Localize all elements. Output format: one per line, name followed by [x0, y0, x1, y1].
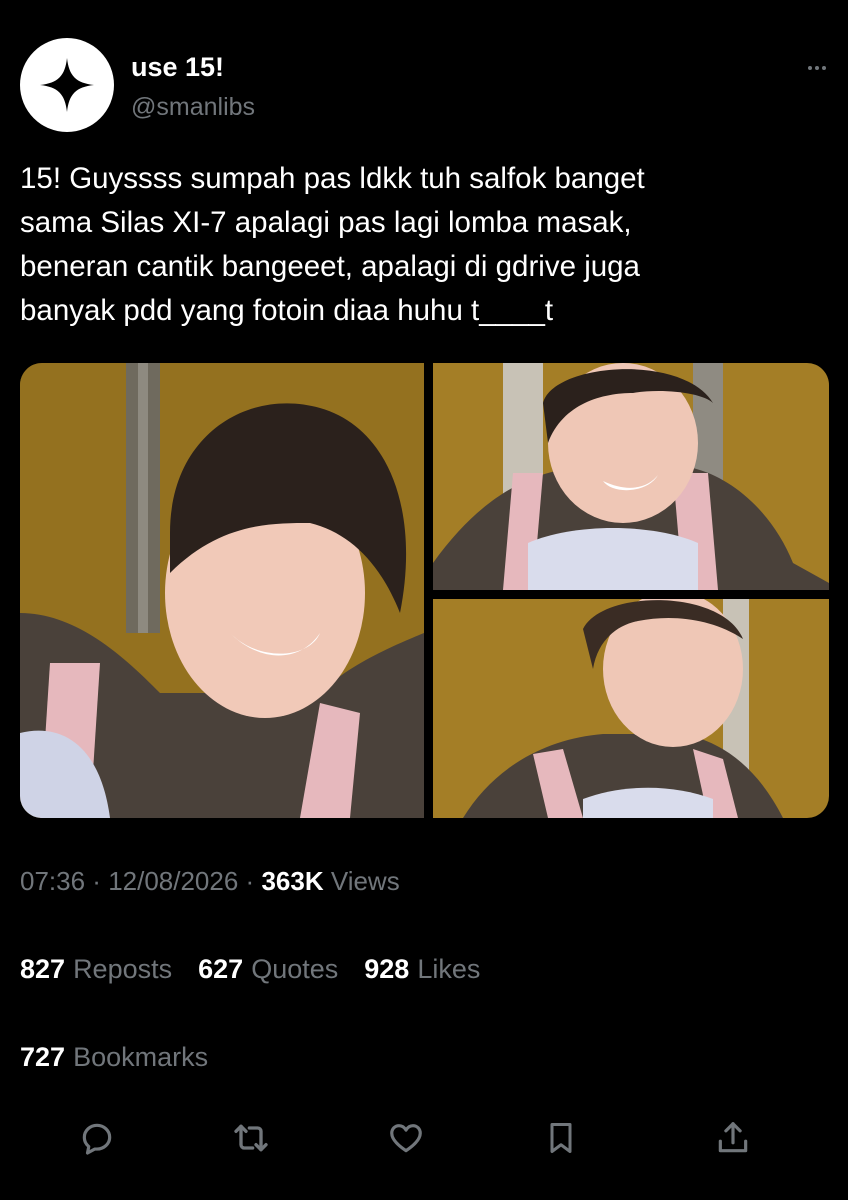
- user-handle[interactable]: @smanlibs: [131, 93, 255, 122]
- views-count: 363K: [261, 866, 324, 896]
- views-label: Views: [330, 866, 400, 896]
- like-button[interactable]: [383, 1115, 429, 1161]
- repost-button[interactable]: [228, 1115, 274, 1161]
- sparkle-icon: [40, 58, 94, 112]
- tweet-text-line: sama Silas XI-7 apalagi pas lagi lomba m…: [20, 206, 632, 239]
- like-icon: [390, 1124, 422, 1153]
- likes-label: Likes: [417, 954, 481, 984]
- reposts-stat[interactable]: 827 Reposts: [20, 954, 172, 985]
- photo-1[interactable]: [20, 363, 424, 818]
- bookmarks-stat[interactable]: 727 Bookmarks: [20, 1042, 208, 1073]
- display-name[interactable]: use 15!: [131, 52, 224, 83]
- share-button[interactable]: [710, 1115, 756, 1161]
- likes-stat[interactable]: 928 Likes: [364, 954, 480, 985]
- quotes-label: Quotes: [251, 954, 339, 984]
- share-icon: [718, 1122, 748, 1153]
- tweet-meta: 07:36 · 12/08/2026 · 363K Views: [20, 866, 400, 896]
- reply-button[interactable]: [74, 1115, 120, 1161]
- tweet-date[interactable]: 12/08/2026: [108, 866, 238, 896]
- likes-count: 928: [364, 954, 410, 984]
- bookmarks-label: Bookmarks: [73, 1042, 209, 1072]
- repost-icon: [234, 1124, 268, 1152]
- media-grid: [20, 363, 829, 818]
- reposts-label: Reposts: [73, 954, 173, 984]
- bookmark-button[interactable]: [538, 1115, 584, 1161]
- engagement-stats: 827 Reposts 627 Quotes 928 Likes: [20, 954, 480, 985]
- bookmark-icon: [550, 1123, 572, 1153]
- photo-3[interactable]: [433, 599, 829, 818]
- reply-icon: [82, 1123, 112, 1155]
- bookmarks-count: 727: [20, 1042, 66, 1072]
- avatar[interactable]: [20, 38, 114, 132]
- more-options-icon[interactable]: [804, 58, 830, 78]
- photo-2[interactable]: [433, 363, 829, 590]
- reposts-count: 827: [20, 954, 66, 984]
- quotes-count: 627: [198, 954, 244, 984]
- quotes-stat[interactable]: 627 Quotes: [198, 954, 338, 985]
- tweet-text: 15! Guyssss sumpah pas ldkk tuh salfok b…: [20, 157, 820, 333]
- tweet-time[interactable]: 07:36: [20, 866, 85, 896]
- action-bar: [74, 1115, 764, 1161]
- tweet-text-line: 15! Guyssss sumpah pas ldkk tuh salfok b…: [20, 162, 645, 195]
- tweet-text-line: beneran cantik bangeeet, apalagi di gdri…: [20, 250, 640, 283]
- tweet-text-line: banyak pdd yang fotoin diaa huhu t____t: [20, 294, 554, 327]
